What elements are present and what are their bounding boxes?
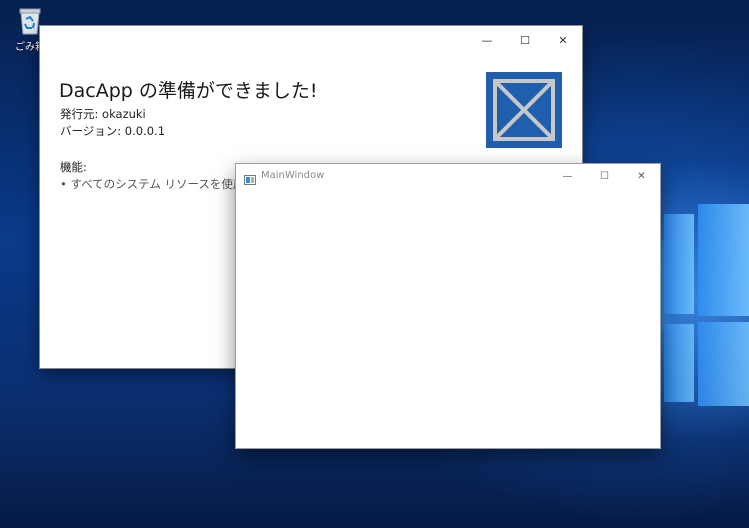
main-window-titlebar[interactable]: MainWindow — ☐ ✕: [236, 164, 660, 188]
installer-title: DacApp の準備ができました!: [59, 80, 318, 102]
maximize-icon: ☐: [600, 170, 609, 182]
wallpaper-pane: [664, 324, 694, 402]
maximize-button[interactable]: ☐: [586, 164, 623, 188]
main-window: MainWindow — ☐ ✕: [236, 164, 660, 448]
main-window-title: MainWindow: [261, 170, 325, 181]
maximize-button[interactable]: ☐: [506, 26, 544, 54]
installer-caption-buttons: — ☐ ✕: [468, 26, 582, 54]
close-button[interactable]: ✕: [623, 164, 660, 188]
features-heading: 機能:: [60, 160, 87, 174]
minimize-button[interactable]: —: [468, 26, 506, 54]
minimize-button[interactable]: —: [549, 164, 586, 188]
minimize-icon: —: [481, 33, 493, 47]
app-logo-icon: [486, 72, 562, 148]
wallpaper-pane: [698, 322, 749, 406]
close-icon: ✕: [637, 170, 646, 182]
version-text: バージョン: 0.0.0.1: [60, 124, 166, 138]
main-window-client-area[interactable]: [236, 188, 660, 448]
close-button[interactable]: ✕: [544, 26, 582, 54]
close-icon: ✕: [558, 33, 568, 47]
window-app-icon: [244, 170, 256, 185]
wallpaper-pane: [698, 204, 749, 316]
minimize-icon: —: [562, 170, 573, 182]
publisher-text: 発行元: okazuki: [60, 107, 146, 121]
maximize-icon: ☐: [520, 33, 530, 47]
